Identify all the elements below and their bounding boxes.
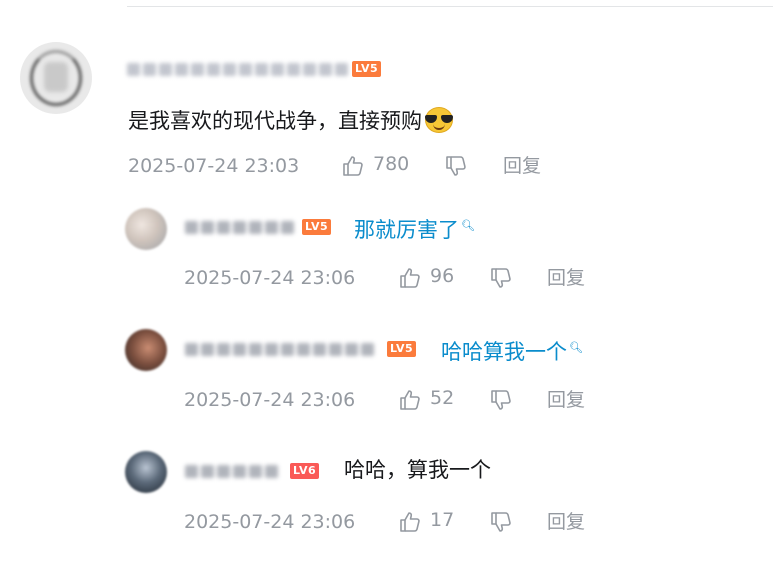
thumbs-down-icon[interactable] <box>444 154 468 178</box>
thumbs-down-icon[interactable] <box>489 266 513 290</box>
reply-time: 2025-07-24 23:06 <box>184 389 356 411</box>
reply-button[interactable]: 回复 <box>547 510 585 534</box>
comment-content: 是我喜欢的现代战争，直接预购 <box>128 106 454 135</box>
reply-time: 2025-07-24 23:06 <box>184 511 356 533</box>
reply-text[interactable]: 那就厉害了 <box>354 218 459 242</box>
like-count: 17 <box>430 509 455 531</box>
thumbs-down-icon[interactable] <box>489 510 513 534</box>
thumbs-up-icon[interactable] <box>341 154 365 178</box>
reply-time: 2025-07-24 23:06 <box>184 267 356 289</box>
thumbs-up-icon[interactable] <box>398 388 422 412</box>
thumbs-up-icon[interactable] <box>398 510 422 534</box>
reply-content: 哈哈，算我一个 <box>344 458 491 482</box>
reply-button[interactable]: 回复 <box>547 388 585 412</box>
reply-content-search-link[interactable]: 哈哈算我一个 🔍︎ <box>441 334 583 366</box>
comment-time: 2025-07-24 23:03 <box>128 155 300 177</box>
level-badge: LV5 <box>302 219 332 235</box>
avatar[interactable] <box>125 329 167 371</box>
reply-button[interactable]: 回复 <box>503 154 541 178</box>
avatar[interactable] <box>125 208 167 250</box>
avatar[interactable] <box>125 451 167 493</box>
top-divider <box>127 6 773 7</box>
level-badge: LV6 <box>290 463 320 479</box>
level-badge: LV5 <box>352 61 382 77</box>
username-blurred[interactable] <box>127 61 348 77</box>
search-icon: 🔍︎ <box>569 341 583 354</box>
avatar[interactable] <box>20 42 92 114</box>
reply-content-search-link[interactable]: 那就厉害了 🔍︎ <box>354 212 475 244</box>
thumbs-up-icon[interactable] <box>398 266 422 290</box>
username-blurred[interactable] <box>185 341 374 357</box>
like-count: 52 <box>430 387 455 409</box>
like-count: 780 <box>373 153 410 175</box>
reply-button[interactable]: 回复 <box>547 266 585 290</box>
like-count: 96 <box>430 265 455 287</box>
username-blurred[interactable] <box>185 463 278 479</box>
search-icon: 🔍︎ <box>461 219 475 232</box>
username-blurred[interactable] <box>185 219 294 235</box>
level-badge: LV5 <box>387 341 417 357</box>
sunglasses-emoji-icon <box>424 106 454 134</box>
thumbs-down-icon[interactable] <box>489 388 513 412</box>
reply-text[interactable]: 哈哈算我一个 <box>441 340 567 364</box>
comment-text: 是我喜欢的现代战争，直接预购 <box>128 109 422 133</box>
